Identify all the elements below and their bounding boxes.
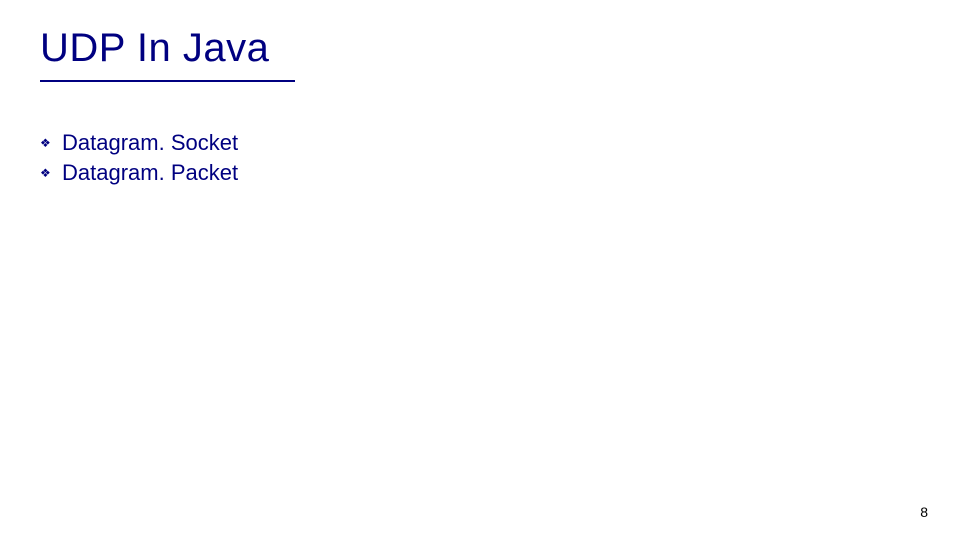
page-number: 8 [920, 504, 928, 520]
bullet-list: ❖ Datagram. Socket ❖ Datagram. Packet [40, 128, 238, 188]
list-item: ❖ Datagram. Packet [40, 158, 238, 188]
list-item: ❖ Datagram. Socket [40, 128, 238, 158]
slide-title: UDP In Java [40, 26, 269, 71]
bullet-text: Datagram. Socket [62, 128, 238, 158]
title-underline [40, 80, 295, 82]
slide: UDP In Java ❖ Datagram. Socket ❖ Datagra… [0, 0, 960, 540]
bullet-icon: ❖ [40, 138, 50, 148]
bullet-icon: ❖ [40, 168, 50, 178]
bullet-text: Datagram. Packet [62, 158, 238, 188]
